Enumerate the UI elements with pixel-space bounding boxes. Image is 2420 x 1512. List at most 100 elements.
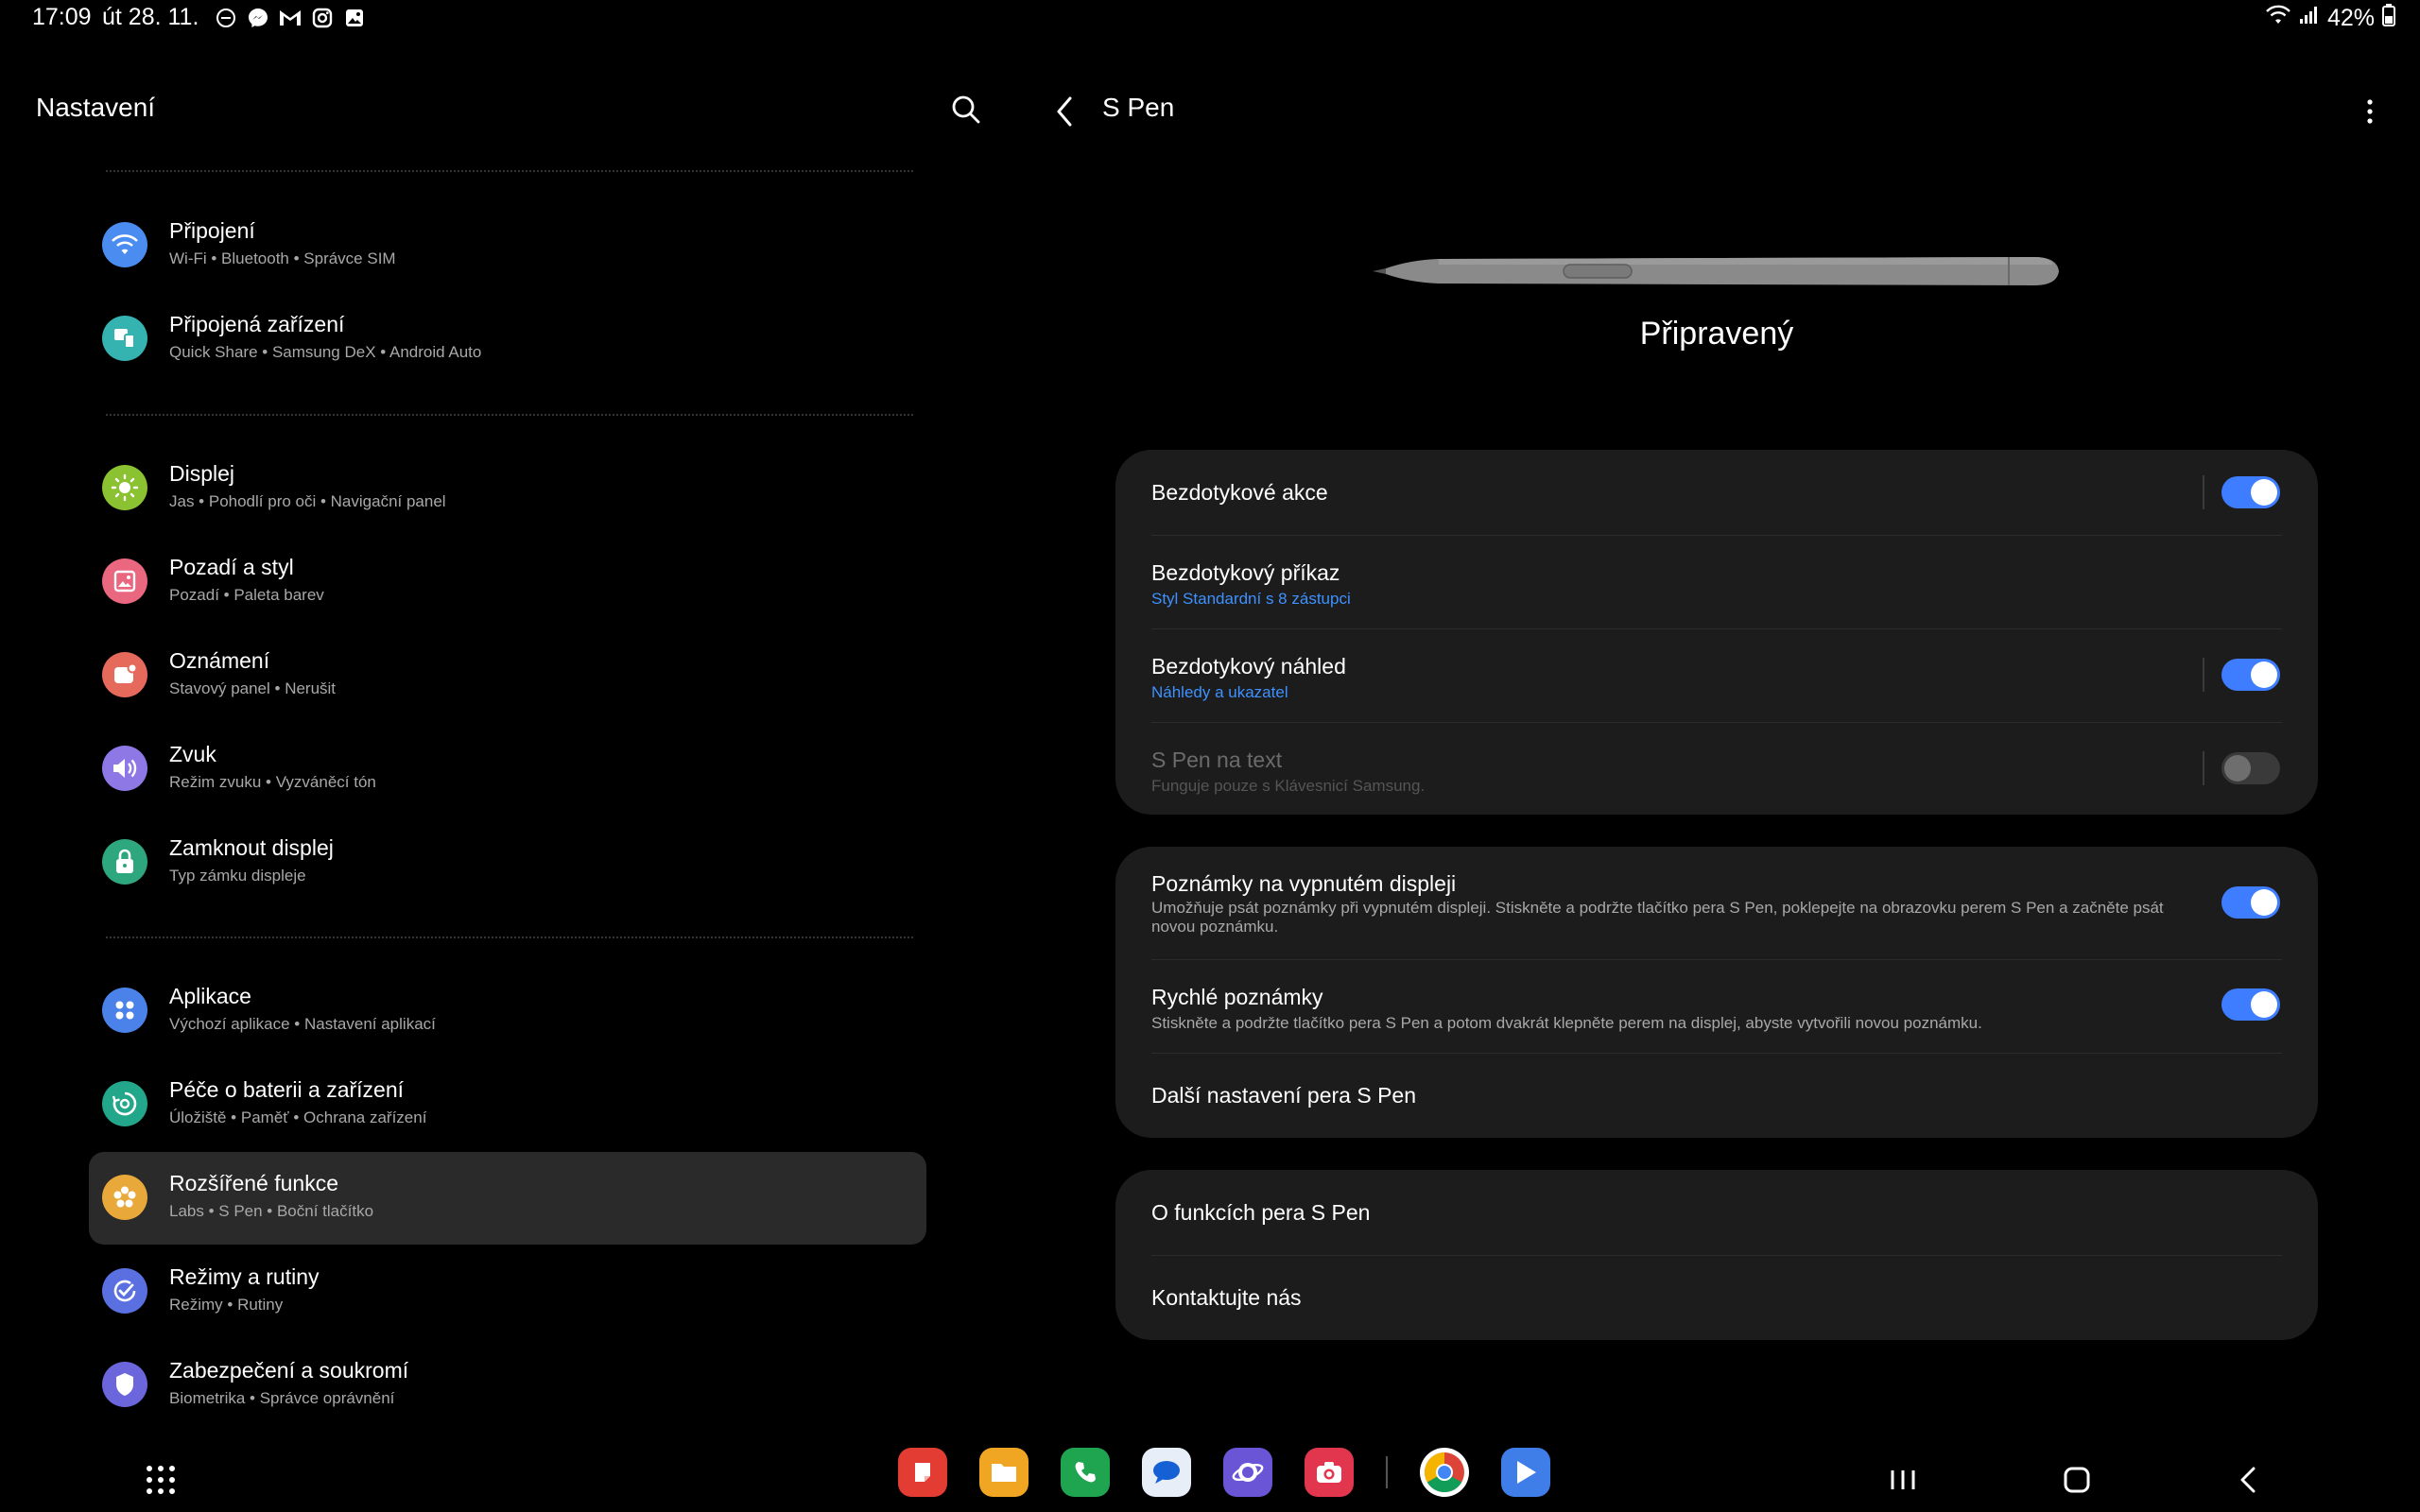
toggle-s-pen-na-text (2221, 752, 2280, 784)
gmail-icon (278, 6, 302, 30)
samsung-notes-icon[interactable] (898, 1448, 947, 1497)
settings-item-rezimy[interactable]: Režimy a rutiny Režimy • Rutiny (89, 1246, 926, 1338)
search-icon (952, 95, 980, 124)
status-right: 42% (2265, 4, 2395, 33)
lock-icon (102, 839, 147, 885)
group-divider (106, 170, 913, 172)
row-divider (2203, 658, 2204, 692)
settings-item-displej[interactable]: Displej Jas • Pohodlí pro oči • Navigačn… (89, 442, 926, 535)
settings-item-title: Pozadí a styl (169, 555, 294, 579)
settings-item-oznameni[interactable]: Oznámení Stavový panel • Nerušit (89, 629, 926, 722)
row-poznamky-vypnuty[interactable]: Poznámky na vypnutém displeji Umožňuje p… (1115, 847, 2318, 959)
settings-item-title: Aplikace (169, 984, 251, 1008)
settings-item-title: Režimy a rutiny (169, 1264, 320, 1289)
navigation-bar (0, 1436, 2420, 1512)
battery-icon (2382, 4, 2395, 33)
row-divider (2203, 751, 2204, 785)
chevron-left-icon (2240, 1467, 2256, 1493)
home-button[interactable] (2061, 1461, 2093, 1499)
more-options-button[interactable] (2356, 94, 2384, 129)
row-o-funkcich[interactable]: O funkcích pera S Pen (1115, 1170, 2318, 1255)
settings-item-subtitle: Jas • Pohodlí pro oči • Navigační panel (169, 492, 446, 510)
samsung-internet-icon[interactable] (1223, 1448, 1272, 1497)
toggle-poznamky-vypnuty[interactable] (2221, 886, 2280, 919)
apps-grid-icon (102, 988, 147, 1033)
messages-icon[interactable] (1142, 1448, 1191, 1497)
row-rychle-poznamky[interactable]: Rychlé poznámky Stiskněte a podržte tlač… (1115, 959, 2318, 1053)
palette-icon (102, 558, 147, 604)
app-drawer-button[interactable] (142, 1461, 180, 1499)
row-subtitle: Náhledy a ukazatel (1151, 683, 1288, 701)
settings-title: Nastavení (36, 93, 156, 122)
toggle-bezdotykovy-nahled[interactable] (2221, 659, 2280, 691)
notification-icons (214, 6, 367, 30)
device-care-icon (102, 1081, 147, 1126)
settings-item-subtitle: Typ zámku displeje (169, 867, 306, 885)
row-bezdotykovy-prikaz[interactable]: Bezdotykový příkaz Styl Standardní s 8 z… (1115, 535, 2318, 628)
notification-icon (102, 652, 147, 697)
settings-item-subtitle: Pozadí • Paleta barev (169, 586, 324, 604)
toggle-rychle-poznamky[interactable] (2221, 988, 2280, 1021)
row-title: Další nastavení pera S Pen (1151, 1083, 1416, 1108)
recent-apps-button[interactable] (1887, 1461, 1919, 1499)
settings-item-subtitle: Úložiště • Paměť • Ochrana zařízení (169, 1108, 427, 1126)
settings-item-subtitle: Režimy • Rutiny (169, 1296, 284, 1314)
back-button[interactable] (1051, 94, 1080, 129)
camera-icon[interactable] (1305, 1448, 1354, 1497)
row-title: Bezdotykový příkaz (1151, 560, 1340, 585)
check-circle-icon (102, 1268, 147, 1314)
settings-item-zamknout[interactable]: Zamknout displej Typ zámku displeje (89, 816, 926, 909)
row-bezdotykove-akce[interactable]: Bezdotykové akce (1115, 450, 2318, 535)
settings-item-pripojena-zarizeni[interactable]: Připojená zařízení Quick Share • Samsung… (89, 293, 926, 386)
settings-item-title: Připojená zařízení (169, 312, 345, 336)
settings-card-notes: Poznámky na vypnutém displeji Umožňuje p… (1115, 847, 2318, 1138)
row-kontaktujte[interactable]: Kontaktujte nás (1115, 1255, 2318, 1340)
settings-card-about: O funkcích pera S Pen Kontaktujte nás (1115, 1170, 2318, 1340)
chrome-icon[interactable] (1420, 1448, 1469, 1497)
settings-item-aplikace[interactable]: Aplikace Výchozí aplikace • Nastavení ap… (89, 965, 926, 1057)
phone-icon[interactable] (1061, 1448, 1110, 1497)
settings-item-zabezpeceni[interactable]: Zabezpečení a soukromí Biometrika • Sprá… (89, 1339, 926, 1432)
instagram-icon (310, 6, 335, 30)
status-bar: 17:09 út 28. 11. 42% (0, 0, 2420, 38)
settings-item-pece[interactable]: Péče o baterii a zařízení Úložiště • Pam… (89, 1058, 926, 1151)
search-button[interactable] (949, 93, 983, 127)
settings-item-zvuk[interactable]: Zvuk Režim zvuku • Vyzváněcí tón (89, 723, 926, 816)
row-subtitle: Stiskněte a podržte tlačítko pera S Pen … (1151, 1014, 1982, 1032)
s-pen-image (1373, 248, 2061, 295)
toggle-bezdotykove-akce[interactable] (2221, 476, 2280, 508)
do-not-disturb-icon (214, 6, 238, 30)
row-title: S Pen na text (1151, 747, 1283, 772)
more-vertical-icon (2367, 99, 2373, 124)
settings-item-rozsirene[interactable]: Rozšířené funkce Labs • S Pen • Boční tl… (89, 1152, 926, 1245)
row-title: Bezdotykové akce (1151, 480, 1328, 505)
signal-icon (2299, 5, 2320, 32)
settings-item-title: Zamknout displej (169, 835, 334, 860)
group-divider (106, 936, 913, 938)
nav-back-button[interactable] (2233, 1461, 2265, 1499)
messenger-icon (246, 6, 270, 30)
settings-item-subtitle: Režim zvuku • Vyzváněcí tón (169, 773, 376, 791)
settings-item-pripojeni[interactable]: Připojení Wi-Fi • Bluetooth • Správce SI… (89, 199, 926, 292)
settings-item-pozadi[interactable]: Pozadí a styl Pozadí • Paleta barev (89, 536, 926, 628)
row-title: Rychlé poznámky (1151, 985, 1323, 1009)
devices-icon (102, 316, 147, 361)
my-files-icon[interactable] (979, 1448, 1028, 1497)
play-store-icon[interactable] (1501, 1448, 1550, 1497)
row-title: Kontaktujte nás (1151, 1285, 1302, 1310)
row-dalsi-nastaveni[interactable]: Další nastavení pera S Pen (1115, 1053, 2318, 1138)
settings-item-title: Péče o baterii a zařízení (169, 1077, 405, 1102)
apps-grid-icon (147, 1466, 175, 1494)
settings-item-subtitle: Wi-Fi • Bluetooth • Správce SIM (169, 249, 396, 267)
settings-item-title: Zvuk (169, 742, 216, 766)
sun-icon (102, 465, 147, 510)
row-divider (2203, 475, 2204, 509)
row-subtitle: Umožňuje psát poznámky při vypnutém disp… (1151, 899, 2164, 936)
gallery-icon (342, 6, 367, 30)
settings-card-air-actions: Bezdotykové akce Bezdotykový příkaz Styl… (1115, 450, 2318, 815)
page-title: S Pen (1102, 93, 1175, 122)
row-bezdotykovy-nahled[interactable]: Bezdotykový náhled Náhledy a ukazatel (1115, 628, 2318, 722)
shield-icon (102, 1362, 147, 1407)
settings-item-title: Rozšířené funkce (169, 1171, 338, 1195)
row-subtitle: Styl Standardní s 8 zástupci (1151, 590, 1351, 608)
